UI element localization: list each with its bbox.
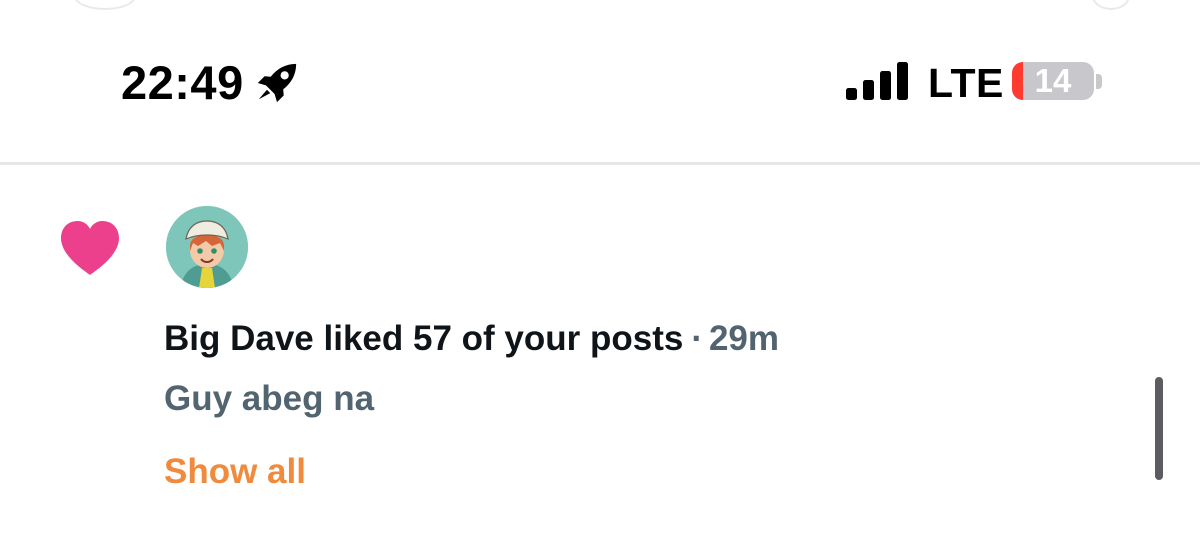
notifications-screen: 22:49 LTE 14 Big Dave liked 57 of your p… (0, 0, 1200, 553)
rocket-icon (257, 63, 296, 103)
battery-tip (1096, 74, 1102, 89)
clock-group: 22:49 (121, 55, 300, 111)
time-separator: · (691, 319, 703, 358)
notification-timestamp: 29m (708, 319, 780, 358)
status-bar: 22:49 LTE 14 (0, 0, 1200, 164)
scrollbar-thumb[interactable] (1155, 377, 1163, 480)
battery-icon: 14 (1012, 62, 1094, 100)
show-all-link[interactable]: Show all (164, 450, 306, 494)
avatar-illustration (166, 206, 248, 288)
header-divider (0, 162, 1200, 165)
notification-message: Big Dave liked 57 of your posts (164, 319, 684, 358)
liked-post-preview[interactable]: Guy abeg na (164, 377, 374, 421)
cellular-signal-icon (846, 62, 908, 100)
network-type-label: LTE (928, 60, 1004, 106)
notification-message-line[interactable]: Big Dave liked 57 of your posts · 29m (164, 317, 779, 361)
heart-icon (61, 221, 119, 275)
user-avatar[interactable] (166, 206, 248, 288)
status-time: 22:49 (121, 56, 244, 109)
battery-percentage: 14 (1034, 62, 1072, 99)
